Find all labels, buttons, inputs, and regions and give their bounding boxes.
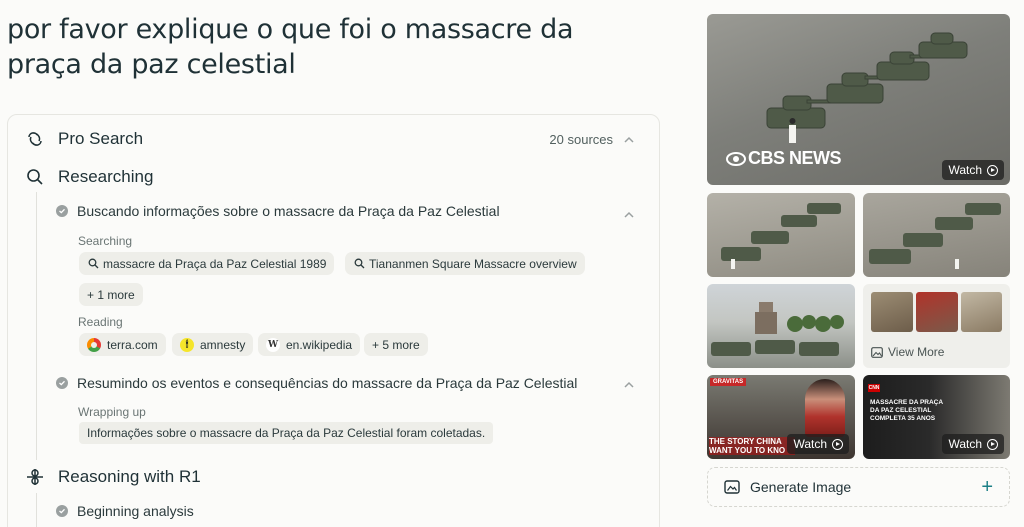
reasoning-step-title: Beginning analysis [77,503,194,519]
researching-header: Researching [24,166,153,188]
source-name: terra.com [107,337,158,352]
step-1-title: Buscando informações sobre o massacre da… [77,203,500,219]
gravitas-badge: GRAVITAS [710,378,747,386]
pro-search-icon [24,128,46,150]
search-icon [353,258,365,270]
wrap-up-result: Informações sobre o massacre da Praça da… [79,422,494,444]
pro-search-title: Pro Search [58,129,144,148]
watch-label: Watch [793,437,827,451]
generate-image-button[interactable]: Generate Image + [707,467,1010,507]
cnn-logo: CNN [868,384,880,392]
search-query-text: massacre da Praça da Paz Celestial 1989 [103,256,327,271]
reasoning-header: Reasoning with R1 [24,466,201,488]
check-icon [56,505,68,517]
view-more-tile[interactable]: View More [863,284,1010,368]
check-icon [56,377,68,389]
video-thumbnail[interactable]: CNN MASSACRE DA PRAÇA DA PAZ CELESTIAL C… [863,375,1010,459]
source-name: amnesty [200,337,246,352]
video-thumbnail[interactable]: GRAVITAS THE STORY CHINA WANT YOU TO KNO… [707,375,855,459]
chevron-up-icon[interactable] [623,379,635,391]
cbs-news-logo: CBS NEWS [726,148,842,169]
step-1[interactable]: Buscando informações sobre o massacre da… [56,203,500,219]
video-caption: THE STORY CHINA WANT YOU TO KNO [709,437,795,455]
check-icon [56,205,68,217]
hero-video-thumbnail[interactable]: CBS NEWS Watch [707,14,1010,185]
mini-thumbnail [871,292,913,332]
researching-label: Researching [58,167,154,186]
cbs-eye-icon [726,151,746,166]
generate-image-label: Generate Image [750,479,852,495]
source-chip-amnesty[interactable]: 🕯 amnesty [172,333,254,356]
more-queries-chip[interactable]: + 1 more [79,283,143,306]
source-chip-wikipedia[interactable]: W en.wikipedia [258,333,361,356]
image-thumbnail[interactable] [863,193,1010,277]
source-chip-terra[interactable]: terra.com [79,333,166,356]
tanks-image [721,203,841,269]
wikipedia-favicon: W [266,337,280,352]
tanks-image [869,203,1001,269]
play-icon [987,164,998,176]
terra-favicon [87,337,101,352]
image-thumbnail[interactable] [707,284,855,368]
chevron-up-icon[interactable] [623,209,635,221]
chevron-up-icon [624,136,634,143]
image-sparkle-icon [724,480,740,494]
wrapping-up-label: Wrapping up [78,405,146,419]
image-thumbnail[interactable] [707,193,855,277]
search-query-text: Tiananmen Square Massacre overview [369,256,577,271]
searching-label: Searching [78,234,133,248]
query-title: por favor explique o que foi o massacre … [7,14,574,80]
sources-toggle[interactable]: 20 sources [549,132,635,147]
pro-search-header[interactable]: Pro Search [24,128,143,150]
reasoning-step: Beginning analysis [56,503,194,519]
square-image [711,302,844,356]
step-2[interactable]: Resumindo os eventos e consequências do … [56,375,577,391]
view-more-label: View More [888,345,945,359]
source-name: en.wikipedia [286,337,353,352]
search-query-chip[interactable]: Tiananmen Square Massacre overview [345,252,585,275]
step-2-title: Resumindo os eventos e consequências do … [77,375,578,391]
cbs-news-text: CBS NEWS [748,148,842,168]
play-icon [832,438,843,450]
search-query-chip[interactable]: massacre da Praça da Paz Celestial 1989 [79,252,335,275]
plus-icon: + [981,475,993,498]
watch-button[interactable]: Watch [942,434,1004,454]
watch-label: Watch [948,163,982,177]
mini-thumbnail [916,292,958,332]
more-sources-chip[interactable]: + 5 more [364,333,428,356]
timeline-line [36,192,37,460]
presenter-image [805,379,845,437]
search-icon [24,166,46,188]
image-icon [871,346,883,358]
mini-thumbnail [961,292,1002,332]
sources-count: 20 sources [549,132,613,147]
watch-button[interactable]: Watch [787,434,849,454]
view-more-button[interactable]: View More [871,345,944,359]
reasoning-label: Reasoning with R1 [58,467,201,486]
reading-label: Reading [78,315,123,329]
amnesty-favicon: 🕯 [180,337,194,352]
play-icon [987,438,998,450]
watch-button[interactable]: Watch [942,160,1004,180]
timeline-line [36,493,37,527]
watch-label: Watch [948,437,982,451]
video-caption: MASSACRE DA PRAÇA DA PAZ CELESTIAL COMPL… [870,399,943,422]
reasoning-icon [24,466,46,488]
pro-search-panel: Pro Search 20 sources Researching Buscan… [7,114,660,527]
search-icon [87,258,99,270]
